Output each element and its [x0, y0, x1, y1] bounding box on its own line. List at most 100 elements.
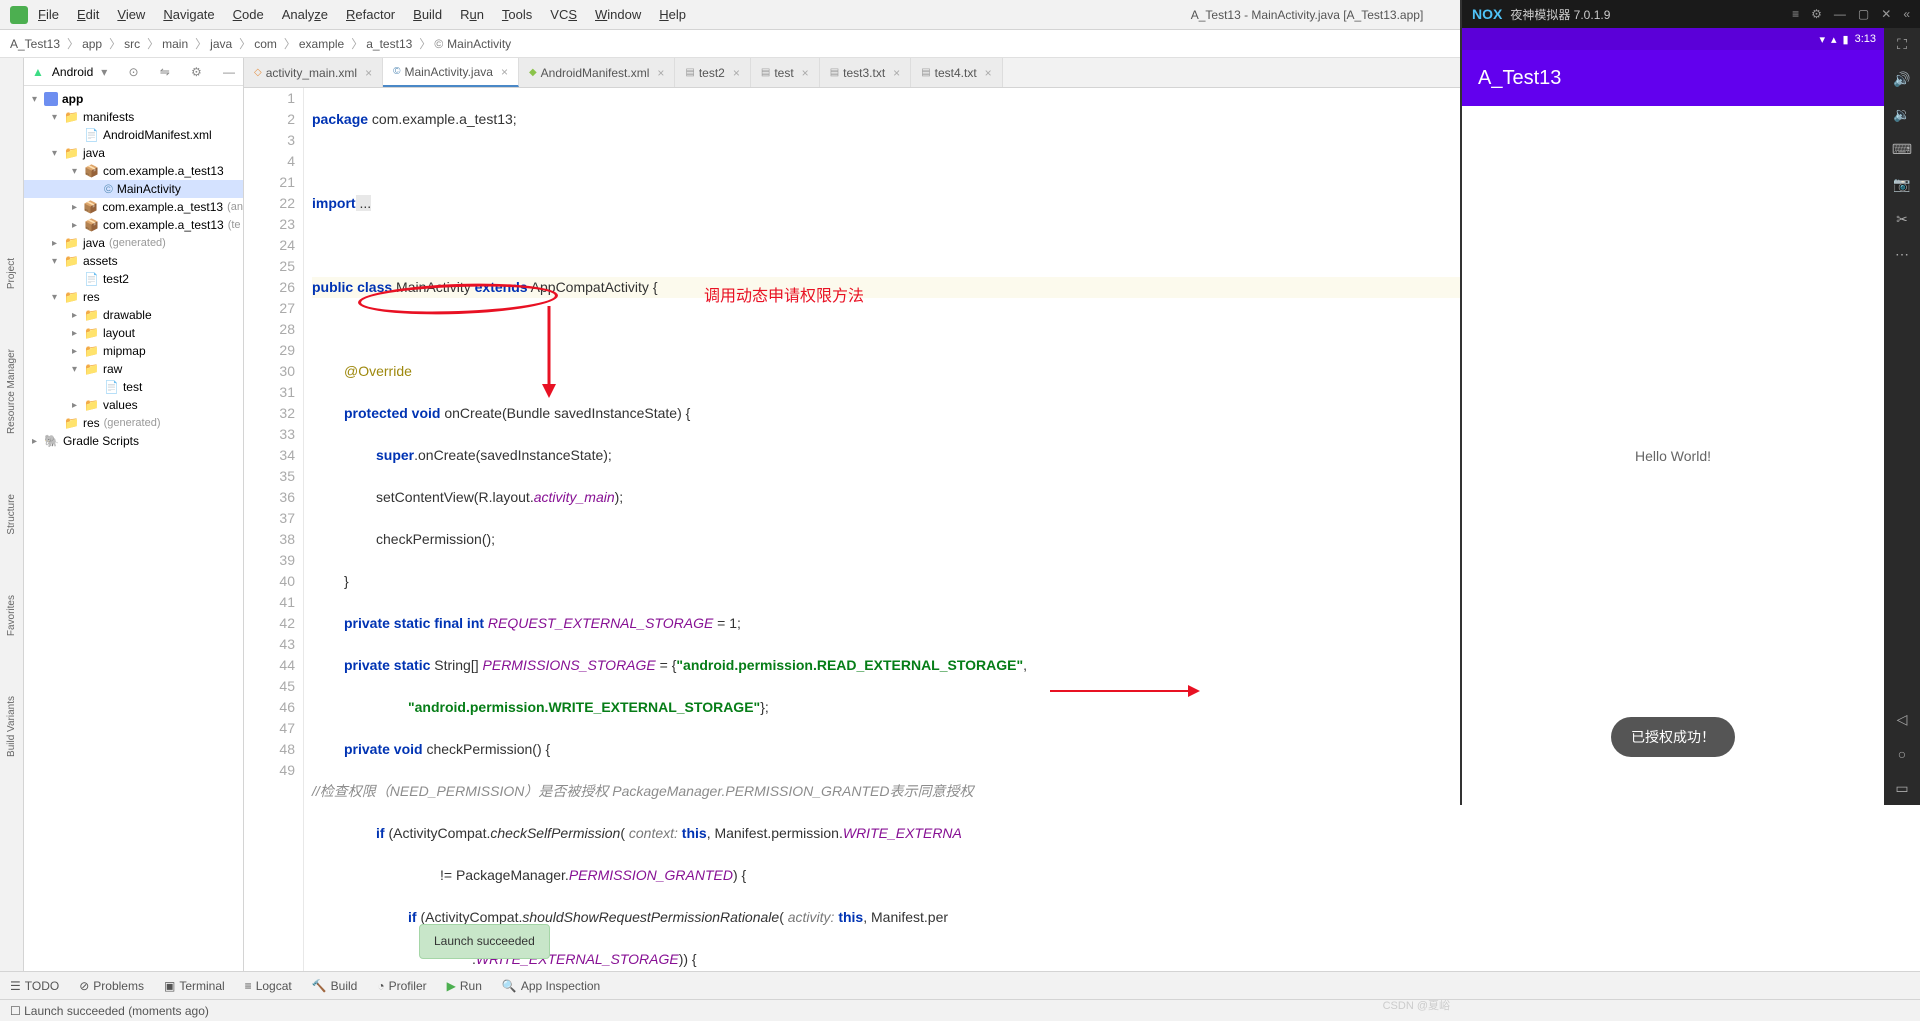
tree-manifest-file[interactable]: 📄AndroidManifest.xml	[24, 126, 243, 144]
tree-main-activity[interactable]: ©MainActivity	[24, 180, 243, 198]
close-icon[interactable]: ×	[657, 66, 664, 80]
tab-activity-main[interactable]: ◇activity_main.xml×	[244, 58, 383, 87]
project-view-label[interactable]: Android	[52, 65, 93, 79]
target-icon[interactable]: ⊙	[129, 65, 139, 79]
tree-java[interactable]: ▾📁java	[24, 144, 243, 162]
tree-pkg2[interactable]: ▸📦com.example.a_test13(an	[24, 198, 243, 216]
maximize-icon[interactable]: ▢	[1858, 7, 1869, 21]
tab-test3[interactable]: ▤test3.txt×	[820, 58, 912, 87]
project-tree[interactable]: ▾app ▾📁manifests 📄AndroidManifest.xml ▾📁…	[24, 86, 243, 454]
menu-icon[interactable]: ≡	[1792, 7, 1799, 21]
scissors-icon[interactable]: ✂	[1896, 211, 1908, 228]
panel-resource-manager[interactable]: Resource Manager	[6, 349, 17, 434]
menu-code[interactable]: Code	[233, 7, 264, 22]
close-icon[interactable]: ×	[893, 66, 900, 80]
app-body[interactable]: Hello World! 已授权成功！	[1462, 106, 1884, 805]
tab-android-manifest[interactable]: ◆AndroidManifest.xml×	[519, 58, 675, 87]
breadcrumb-part[interactable]: java	[210, 37, 232, 51]
tab-app-inspection[interactable]: 🔍App Inspection	[502, 979, 600, 993]
menu-navigate[interactable]: Navigate	[163, 7, 214, 22]
panel-favorites[interactable]: Favorites	[6, 595, 17, 636]
close-icon[interactable]: ✕	[1881, 7, 1891, 21]
breadcrumb-part[interactable]: com	[254, 37, 277, 51]
hide-icon[interactable]: —	[223, 65, 235, 79]
close-icon[interactable]: ×	[802, 66, 809, 80]
app-logo-icon	[10, 6, 28, 24]
tree-manifests[interactable]: ▾📁manifests	[24, 108, 243, 126]
breadcrumb-part[interactable]: a_test13	[366, 37, 412, 51]
home-icon[interactable]: ○	[1898, 746, 1906, 762]
minimize-icon[interactable]: —	[1834, 7, 1846, 21]
tab-terminal[interactable]: ▣Terminal	[164, 979, 225, 993]
tree-layout[interactable]: ▸📁layout	[24, 324, 243, 342]
panel-build-variants[interactable]: Build Variants	[6, 696, 17, 757]
menu-tools[interactable]: Tools	[502, 7, 532, 22]
menu-window[interactable]: Window	[595, 7, 641, 22]
close-icon[interactable]: ×	[365, 66, 372, 80]
screenshot-icon[interactable]: 📷	[1893, 176, 1910, 193]
gear-icon[interactable]: ⚙	[1811, 7, 1822, 21]
panel-structure[interactable]: Structure	[6, 494, 17, 535]
breadcrumb-part[interactable]: A_Test13	[10, 37, 60, 51]
tree-values[interactable]: ▸📁values	[24, 396, 243, 414]
breadcrumb-part[interactable]: example	[299, 37, 344, 51]
breadcrumb-class[interactable]: MainActivity	[447, 37, 511, 51]
android-view-icon: ▲	[32, 65, 44, 79]
dropdown-icon[interactable]: ▾	[101, 65, 107, 79]
fullscreen-icon[interactable]: ⛶	[1897, 36, 1907, 53]
tree-raw[interactable]: ▾📁raw	[24, 360, 243, 378]
tree-test2[interactable]: 📄test2	[24, 270, 243, 288]
tree-mipmap[interactable]: ▸📁mipmap	[24, 342, 243, 360]
tab-profiler[interactable]: ◔Profiler	[377, 979, 426, 993]
tab-test[interactable]: ▤test×	[751, 58, 820, 87]
tab-todo[interactable]: ☰TODO	[10, 979, 59, 993]
tab-build[interactable]: 🔨Build	[312, 979, 358, 993]
tab-main-activity[interactable]: ©MainActivity.java×	[383, 58, 519, 87]
tree-res-gen[interactable]: 📁res(generated)	[24, 414, 243, 432]
close-icon[interactable]: ×	[985, 66, 992, 80]
android-screen[interactable]: ▾ ▴ ▮ 3:13 A_Test13 Hello World! 已授权成功！	[1462, 28, 1884, 805]
breadcrumb-part[interactable]: main	[162, 37, 188, 51]
collapse-icon[interactable]: ⇋	[160, 65, 170, 79]
tree-test[interactable]: 📄test	[24, 378, 243, 396]
tab-run[interactable]: ▶Run	[447, 979, 482, 993]
panel-project[interactable]: Project	[6, 258, 17, 289]
breadcrumb-part[interactable]: src	[124, 37, 140, 51]
tab-problems[interactable]: ⊘Problems	[79, 979, 144, 993]
tab-test2[interactable]: ▤test2×	[675, 58, 750, 87]
menu-analyze[interactable]: Analyze	[282, 7, 328, 22]
keyboard-icon[interactable]: ⌨	[1892, 141, 1912, 158]
tree-res[interactable]: ▾📁res	[24, 288, 243, 306]
tree-app[interactable]: ▾app	[24, 90, 243, 108]
nox-emulator-window: NOX 夜神模拟器 7.0.1.9 ≡ ⚙ — ▢ ✕ « ▾ ▴ ▮ 3:13…	[1460, 0, 1920, 805]
tree-assets[interactable]: ▾📁assets	[24, 252, 243, 270]
tree-drawable[interactable]: ▸📁drawable	[24, 306, 243, 324]
close-icon[interactable]: ×	[733, 66, 740, 80]
menu-help[interactable]: Help	[659, 7, 686, 22]
close-icon[interactable]: ×	[501, 65, 508, 79]
txt-icon: ▤	[921, 67, 930, 78]
menu-file[interactable]: File	[38, 7, 59, 22]
volume-down-icon[interactable]: 🔉	[1893, 106, 1910, 123]
menu-refactor[interactable]: Refactor	[346, 7, 395, 22]
nox-title-bar[interactable]: NOX 夜神模拟器 7.0.1.9 ≡ ⚙ — ▢ ✕ «	[1462, 0, 1920, 28]
clock: 3:13	[1855, 33, 1876, 45]
menu-view[interactable]: View	[117, 7, 145, 22]
volume-up-icon[interactable]: 🔊	[1893, 71, 1910, 88]
tree-gradle[interactable]: ▸🐘Gradle Scripts	[24, 432, 243, 450]
back-icon[interactable]: ◁	[1897, 711, 1908, 728]
menu-vcs[interactable]: VCS	[550, 7, 577, 22]
menu-run[interactable]: Run	[460, 7, 484, 22]
tree-pkg1[interactable]: ▾📦com.example.a_test13	[24, 162, 243, 180]
tab-logcat[interactable]: ≡Logcat	[245, 979, 292, 993]
gear-icon[interactable]: ⚙	[191, 65, 202, 79]
tree-java-gen[interactable]: ▸📁java(generated)	[24, 234, 243, 252]
menu-build[interactable]: Build	[413, 7, 442, 22]
tab-test4[interactable]: ▤test4.txt×	[911, 58, 1003, 87]
more-icon[interactable]: ⋯	[1895, 246, 1909, 263]
breadcrumb-part[interactable]: app	[82, 37, 102, 51]
menu-edit[interactable]: Edit	[77, 7, 99, 22]
tree-pkg3[interactable]: ▸📦com.example.a_test13(te	[24, 216, 243, 234]
expand-icon[interactable]: «	[1903, 7, 1910, 21]
recents-icon[interactable]: ▭	[1895, 780, 1908, 797]
